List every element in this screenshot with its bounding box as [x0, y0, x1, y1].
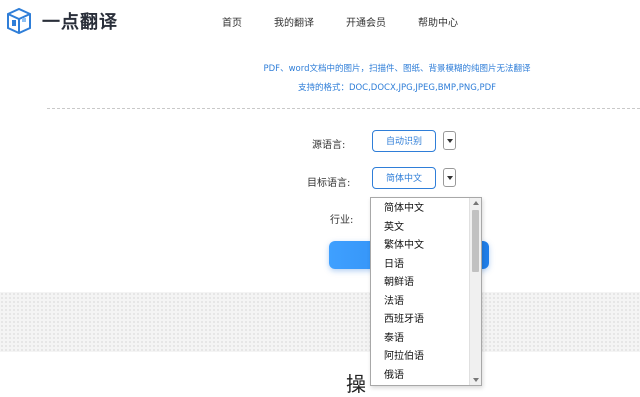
option-traditional-chinese[interactable]: 繁体中文 — [371, 237, 471, 256]
option-russian[interactable]: 俄语 — [371, 367, 471, 386]
unsupported-files-notice: PDF、word文档中的图片，扫描件、图纸、背景模糊的纯图片无法翻译 — [263, 64, 531, 74]
source-language-dropdown-toggle[interactable] — [443, 131, 456, 150]
nav-item-help-center[interactable]: 帮助中心 — [418, 14, 458, 29]
supported-formats-notice: 支持的格式：DOC,DOCX,JPG,JPEG,BMP,PNG,PDF — [297, 83, 497, 93]
dropdown-scrollbar[interactable] — [469, 198, 481, 385]
source-language-select[interactable]: 自动识别 — [372, 130, 436, 152]
option-korean[interactable]: 朝鲜语 — [371, 274, 471, 293]
main-nav: 首页 我的翻译 开通会员 帮助中心 — [0, 14, 640, 30]
option-spanish[interactable]: 西班牙语 — [371, 311, 471, 330]
option-french[interactable]: 法语 — [371, 293, 471, 312]
nav-item-membership[interactable]: 开通会员 — [346, 14, 386, 29]
dotted-background-band — [0, 292, 640, 352]
source-language-label: 源语言: — [312, 140, 346, 151]
option-list: 简体中文 英文 繁体中文 日语 朝鲜语 法语 西班牙语 泰语 阿拉伯语 俄语 — [371, 200, 471, 385]
option-arabic[interactable]: 阿拉伯语 — [371, 348, 471, 367]
option-english[interactable]: 英文 — [371, 219, 471, 238]
scroll-down-arrow-icon[interactable] — [473, 378, 479, 382]
target-language-label: 目标语言: — [307, 178, 351, 189]
option-thai[interactable]: 泰语 — [371, 330, 471, 349]
nav-item-home[interactable]: 首页 — [222, 14, 242, 29]
nav-item-my-translations[interactable]: 我的翻译 — [274, 14, 314, 29]
scroll-up-arrow-icon[interactable] — [473, 201, 479, 205]
scrollbar-thumb[interactable] — [472, 210, 479, 272]
dashed-divider — [47, 108, 640, 109]
option-japanese[interactable]: 日语 — [371, 256, 471, 275]
industry-label: 行业: — [330, 215, 354, 226]
target-language-dropdown-toggle[interactable] — [443, 168, 456, 187]
target-language-options[interactable]: 简体中文 英文 繁体中文 日语 朝鲜语 法语 西班牙语 泰语 阿拉伯语 俄语 — [370, 197, 482, 386]
target-language-select[interactable]: 简体中文 — [372, 167, 436, 189]
section-heading: 操 — [346, 372, 366, 396]
option-simplified-chinese[interactable]: 简体中文 — [371, 200, 471, 219]
